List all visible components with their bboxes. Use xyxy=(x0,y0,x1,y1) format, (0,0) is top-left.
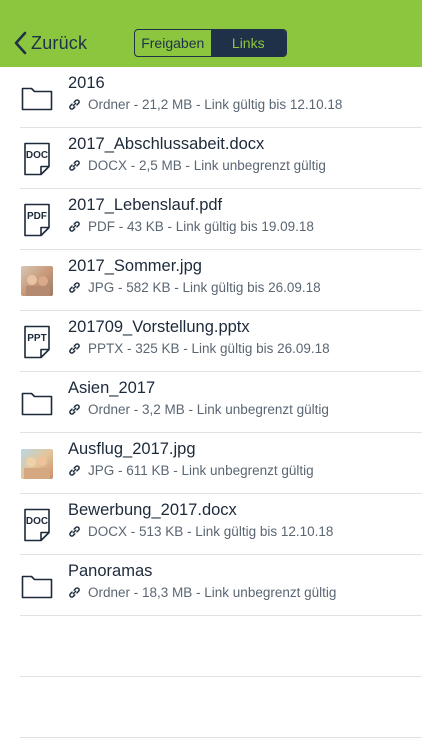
list-item[interactable]: PDF 2017_Lebenslauf.pdf PDF - 43 KB - Li… xyxy=(0,189,422,250)
file-meta: PDF - 43 KB - Link gültig bis 19.09.18 xyxy=(88,219,314,234)
file-name: 2017_Lebenslauf.pdf xyxy=(68,196,223,214)
link-icon xyxy=(69,587,80,598)
empty-row xyxy=(0,616,422,677)
list-item[interactable]: 2017_Sommer.jpg JPG - 582 KB - Link gült… xyxy=(0,250,422,311)
file-meta: JPG - 582 KB - Link gültig bis 26.09.18 xyxy=(88,280,321,295)
image-thumbnail xyxy=(20,446,54,482)
list-item[interactable]: 2016 Ordner - 21,2 MB - Link gültig bis … xyxy=(0,67,422,128)
navigation-bar: Zurück Freigaben Links xyxy=(0,0,422,67)
file-name: 201709_Vorstellung.pptx xyxy=(68,318,250,336)
file-name: 2016 xyxy=(68,74,105,92)
file-meta: Ordner - 3,2 MB - Link unbegrenzt gültig xyxy=(88,402,329,417)
link-icon xyxy=(69,221,80,232)
list-item[interactable]: DOC Bewerbung_2017.docx DOCX - 513 KB - … xyxy=(0,494,422,555)
doc-file-icon: DOC xyxy=(20,507,54,543)
file-meta: JPG - 611 KB - Link unbegrenzt gültig xyxy=(88,463,314,478)
file-meta: DOCX - 513 KB - Link gültig bis 12.10.18 xyxy=(88,524,334,539)
segment-freigaben[interactable]: Freigaben xyxy=(135,30,211,56)
segmented-control: Freigaben Links xyxy=(134,29,287,57)
file-name: Bewerbung_2017.docx xyxy=(68,501,237,519)
file-name: 2017_Abschlussabeit.docx xyxy=(68,135,265,153)
list-item[interactable]: DOC 2017_Abschlussabeit.docx DOCX - 2,5 … xyxy=(0,128,422,189)
empty-row xyxy=(0,677,422,738)
file-name: Panoramas xyxy=(68,562,153,580)
file-meta: Ordner - 18,3 MB - Link unbegrenzt gülti… xyxy=(88,585,337,600)
svg-text:PPT: PPT xyxy=(27,333,46,344)
file-name: Asien_2017 xyxy=(68,379,156,397)
svg-text:PDF: PDF xyxy=(27,211,47,222)
svg-text:DOC: DOC xyxy=(26,516,48,527)
list-item[interactable]: Ausflug_2017.jpg JPG - 611 KB - Link unb… xyxy=(0,433,422,494)
back-label: Zurück xyxy=(31,32,88,53)
file-meta: DOCX - 2,5 MB - Link unbegrenzt gültig xyxy=(88,158,326,173)
folder-icon xyxy=(20,385,54,421)
svg-text:DOC: DOC xyxy=(26,150,48,161)
chevron-left-icon xyxy=(14,31,27,55)
file-list: 2016 Ordner - 21,2 MB - Link gültig bis … xyxy=(0,67,422,738)
file-name: 2017_Sommer.jpg xyxy=(68,257,202,275)
segment-links[interactable]: Links xyxy=(210,30,286,56)
list-item[interactable]: PPT 201709_Vorstellung.pptx PPTX - 325 K… xyxy=(0,311,422,372)
link-icon xyxy=(69,343,80,354)
link-icon xyxy=(69,526,80,537)
link-icon xyxy=(69,465,80,476)
list-item[interactable]: Panoramas Ordner - 18,3 MB - Link unbegr… xyxy=(0,555,422,616)
back-button[interactable]: Zurück xyxy=(12,28,87,58)
list-item[interactable]: Asien_2017 Ordner - 3,2 MB - Link unbegr… xyxy=(0,372,422,433)
file-name: Ausflug_2017.jpg xyxy=(68,440,196,458)
link-icon xyxy=(69,99,80,110)
link-icon xyxy=(69,160,80,171)
link-icon xyxy=(69,282,80,293)
pdf-file-icon: PDF xyxy=(20,202,54,238)
doc-file-icon: DOC xyxy=(20,141,54,177)
link-icon xyxy=(69,404,80,415)
ppt-file-icon: PPT xyxy=(20,324,54,360)
file-meta: Ordner - 21,2 MB - Link gültig bis 12.10… xyxy=(88,97,343,112)
divider xyxy=(20,737,422,738)
folder-icon xyxy=(20,80,54,116)
folder-icon xyxy=(20,568,54,604)
image-thumbnail xyxy=(20,263,54,299)
file-meta: PPTX - 325 KB - Link gültig bis 26.09.18 xyxy=(88,341,330,356)
